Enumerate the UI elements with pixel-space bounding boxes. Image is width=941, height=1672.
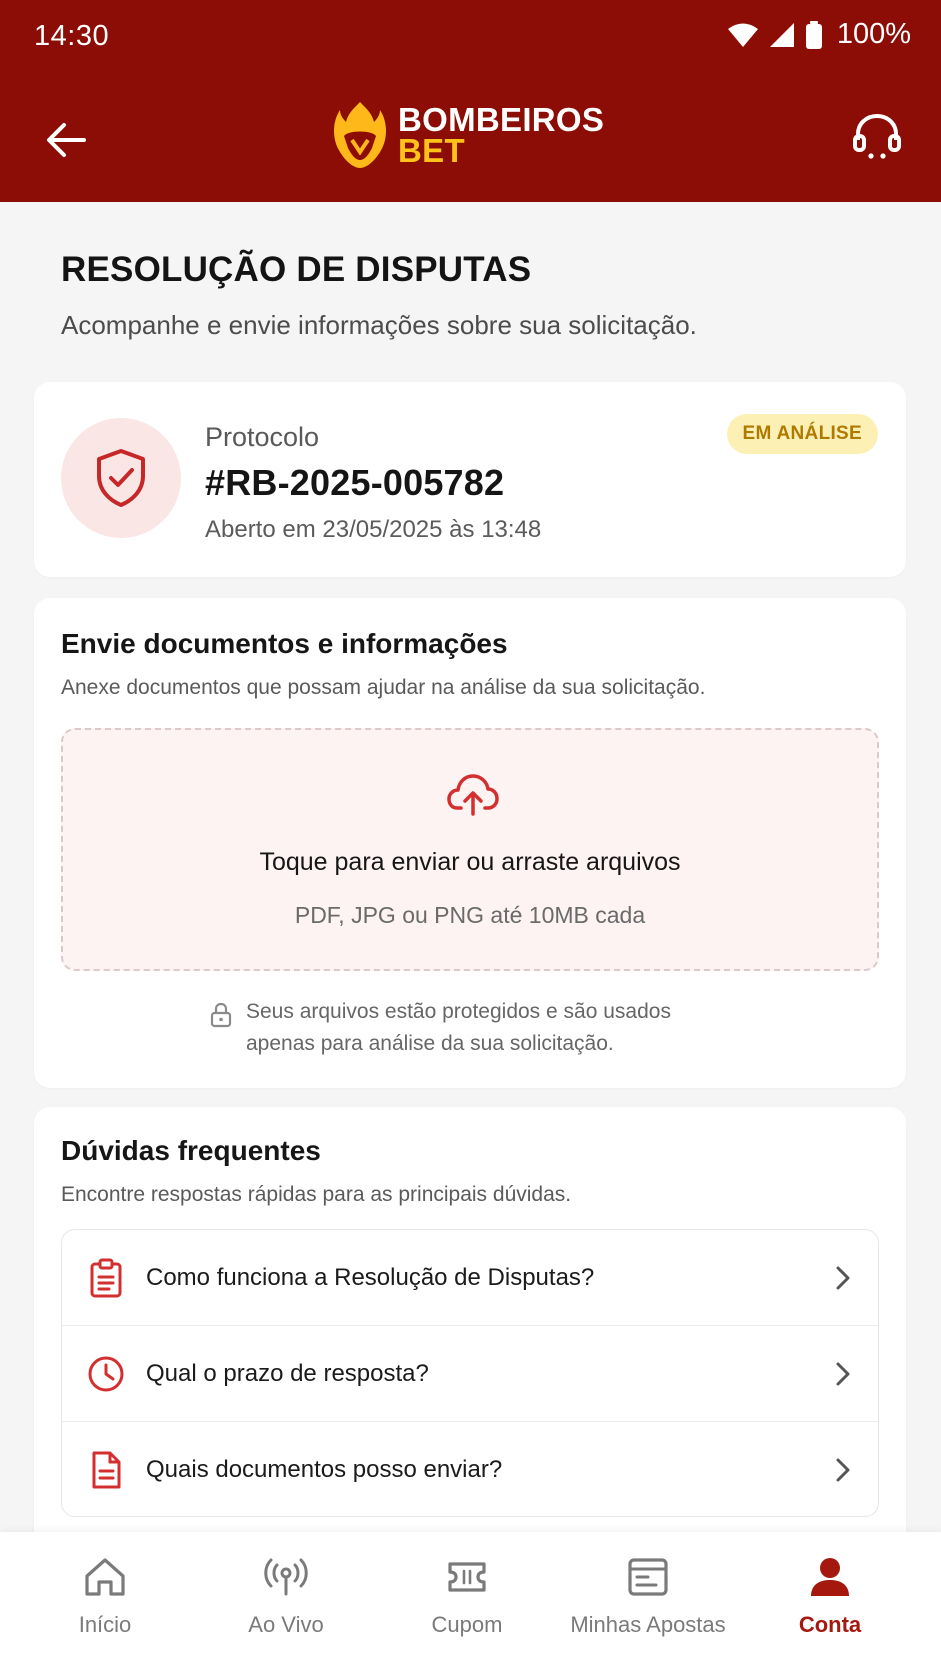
file-dropzone[interactable]: Toque para enviar ou arraste arquivos PD… [61,728,879,971]
live-broadcast-icon [264,1558,308,1596]
cloud-upload-icon [447,774,499,816]
chevron-right-icon [836,1458,850,1482]
upload-section-title: Envie documentos e informações [61,628,508,659]
nav-label: Minhas Apostas [570,1612,726,1637]
nav-item-coupon[interactable]: Cupom [384,1532,550,1672]
battery-icon [805,20,822,49]
faq-item-label: Quais documentos posso enviar? [146,1456,503,1483]
faq-item-documents[interactable]: Quais documentos posso enviar? [62,1422,878,1516]
faq-item-label: Qual o prazo de resposta? [146,1359,429,1387]
document-icon [86,1448,126,1492]
page-subtitle: Acompanhe e envie informações sobre sua … [61,310,697,340]
dispute-resolution-screen: 14:30 100% BOMBEIROS BET RESOLUÇÃO DE DI… [0,0,941,1672]
protocol-number: #RB-2025-005782 [205,462,505,503]
header: 14:30 100% BOMBEIROS BET [0,0,941,202]
faq-item-response-time[interactable]: Qual o prazo de resposta? [62,1326,878,1422]
ticket-icon [448,1562,486,1592]
status-bar: 14:30 100% [0,0,941,76]
chevron-right-icon [836,1266,850,1290]
logo-wordmark: BOMBEIROS BET [398,101,605,169]
nav-item-live[interactable]: Ao Vivo [203,1532,369,1672]
faq-card: Dúvidas frequentes Encontre respostas rá… [34,1107,906,1547]
page-title: RESOLUÇÃO DE DISPUTAS [61,250,532,289]
logo-text-secondary: BET [398,132,465,169]
user-icon [811,1558,849,1596]
protocol-card: Protocolo #RB-2025-005782 Aberto em 23/0… [34,382,906,577]
faq-section-description: Encontre respostas rápidas para as princ… [61,1183,572,1206]
nav-label: Início [78,1612,132,1637]
battery-percentage: 100% [836,18,911,50]
status-badge: EM ANÁLISE [726,414,878,454]
status-icons: 100% [727,18,911,51]
shield-badge [61,418,181,538]
clipboard-icon [86,1256,126,1300]
wifi-icon [727,23,758,47]
faq-section-title: Dúvidas frequentes [61,1135,321,1166]
nav-item-my-bets[interactable]: Minhas Apostas [560,1532,736,1672]
signal-icon [769,22,794,47]
arrow-left-icon [47,123,86,157]
protocol-label: Protocolo [205,422,320,452]
fire-helmet-logo-icon [334,102,386,168]
clock-icon [86,1352,126,1396]
bets-list-icon [628,1558,668,1596]
back-button[interactable] [40,114,92,166]
bottom-navigation: Início Ao Vivo Cupom Minhas Apostas Cont… [0,1532,941,1672]
brand-logo: BOMBEIROS BET [332,100,604,170]
nav-label: Ao Vivo [248,1612,324,1637]
nav-label: Conta [798,1612,862,1637]
privacy-note-text: Seus arquivos estão protegidos e são usa… [246,1000,671,1055]
privacy-note: Seus arquivos estão protegidos e são usa… [210,996,726,1060]
protocol-opened-date: Aberto em 23/05/2025 às 13:48 [205,516,542,543]
dropzone-title: Toque para enviar ou arraste arquivos [259,848,681,876]
faq-item-label: Como funciona a Resolução de Disputas? [146,1263,595,1291]
logo-text-primary: BOMBEIROS [398,101,605,138]
upload-card: Envie documentos e informações Anexe doc… [34,598,906,1088]
dropzone-hint: PDF, JPG ou PNG até 10MB cada [294,902,646,928]
nav-item-account[interactable]: Conta [747,1532,913,1672]
app-bar: BOMBEIROS BET [0,76,941,202]
nav-label: Cupom [431,1612,503,1637]
status-time: 14:30 [34,20,110,52]
shield-check-icon [97,449,145,507]
home-icon [85,1558,125,1596]
faq-list: Como funciona a Resolução de Disputas? Q… [61,1229,879,1517]
upload-section-description: Anexe documentos que possam ajudar na an… [61,676,706,699]
headset-icon [853,113,901,159]
faq-item-how-it-works[interactable]: Como funciona a Resolução de Disputas? [62,1230,878,1326]
nav-item-home[interactable]: Início [22,1532,188,1672]
chevron-right-icon [836,1362,850,1386]
lock-icon [210,1002,232,1028]
support-button[interactable] [847,106,907,166]
